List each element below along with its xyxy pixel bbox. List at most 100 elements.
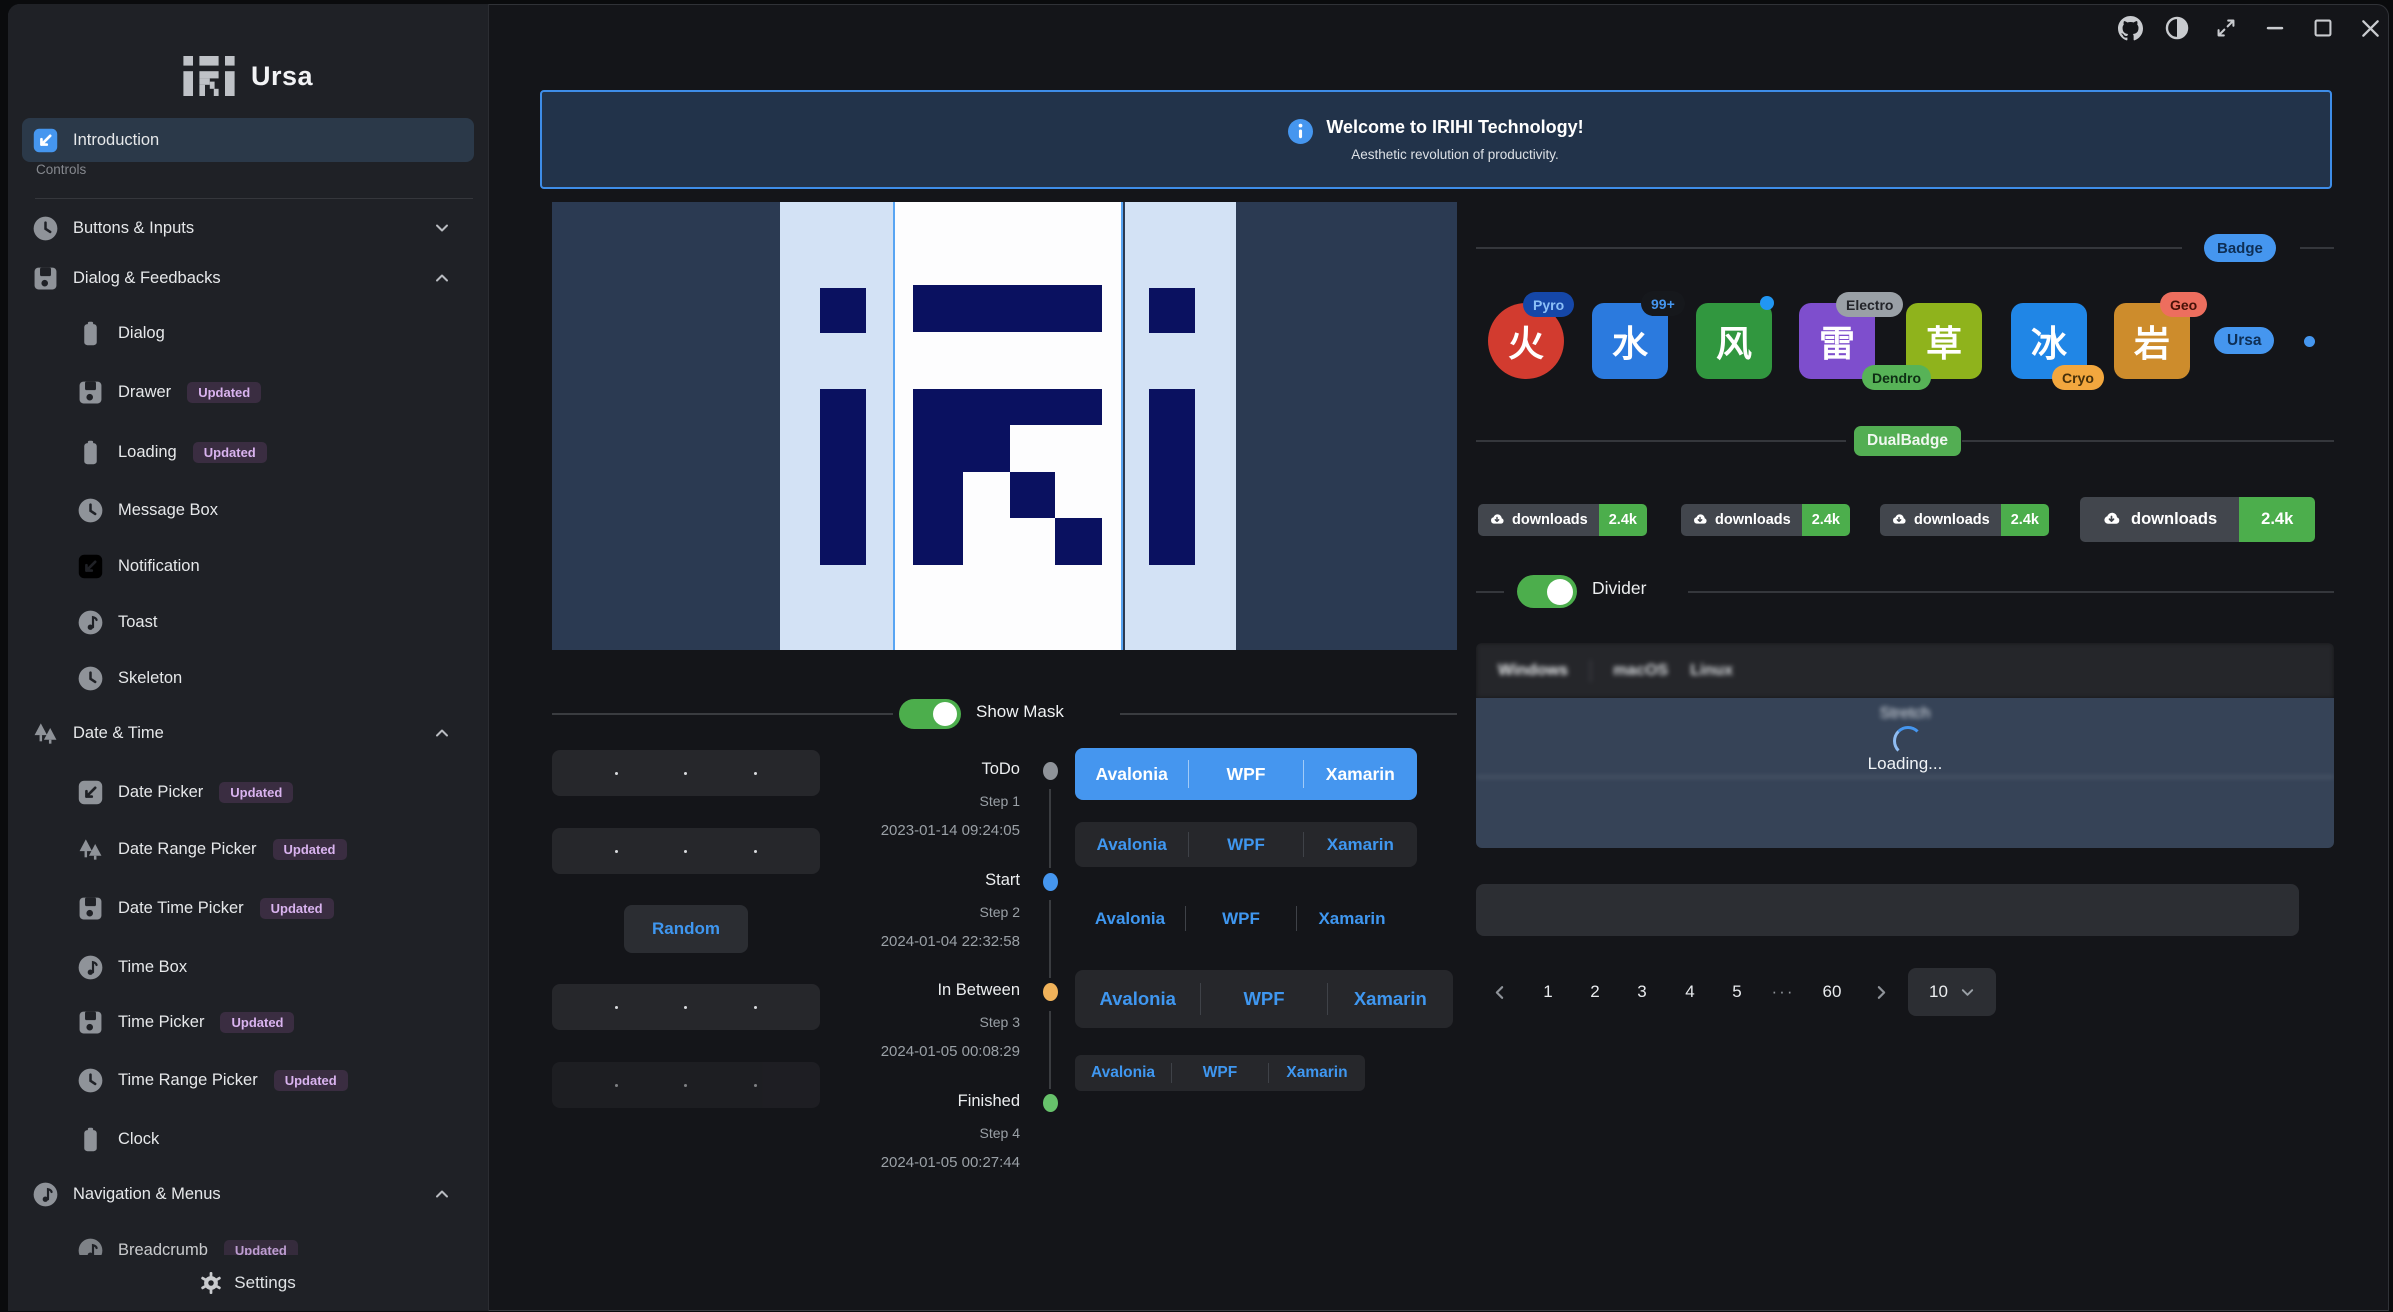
avalonia-button[interactable]: Avalonia <box>1075 988 1200 1010</box>
date-input-2[interactable] <box>552 828 820 874</box>
chevron-down-icon[interactable] <box>434 220 450 236</box>
sidebar-item-date-range-picker[interactable]: Date Range Picker Updated <box>22 827 474 871</box>
sidebar-item-time-picker[interactable]: Time Picker Updated <box>22 1000 474 1044</box>
step-name: Start <box>800 871 1020 890</box>
pagination-page-3[interactable]: 3 <box>1626 972 1658 1012</box>
divider-line <box>1962 440 2334 442</box>
avatar-hydro[interactable]: 水 99+ <box>1592 303 1668 379</box>
sidebar-item-toast[interactable]: Toast <box>22 600 474 644</box>
downloads-badge-3: downloads 2.4k <box>1880 504 2049 536</box>
sidebar-item-clock[interactable]: Clock <box>22 1117 474 1161</box>
sidebar-item-introduction[interactable]: Introduction <box>22 118 474 162</box>
sidebar-item-label: Time Picker <box>118 1013 204 1032</box>
button-group-borderless: Avalonia WPF Xamarin <box>1075 896 1407 941</box>
sidebar-item-notification[interactable]: Notification <box>22 544 474 588</box>
xamarin-button[interactable]: Xamarin <box>1304 764 1417 785</box>
show-mask-toggle[interactable] <box>899 699 961 729</box>
avalonia-button[interactable]: Avalonia <box>1075 909 1185 929</box>
badge-label: downloads <box>2131 510 2217 529</box>
sidebar-item-navigation-menus[interactable]: Navigation & Menus <box>22 1172 474 1216</box>
step-dot-in-between <box>1043 983 1058 1001</box>
pagination-prev-button[interactable] <box>1484 972 1514 1012</box>
sidebar-item-date-time[interactable]: Date & Time <box>22 711 474 755</box>
pagination-page-1[interactable]: 1 <box>1532 972 1564 1012</box>
divider-toggle[interactable] <box>1517 575 1577 608</box>
pagination-next-button[interactable] <box>1866 972 1896 1012</box>
sidebar-item-breadcrumb[interactable]: Breadcrumb Updated <box>22 1228 474 1255</box>
wpf-button[interactable]: WPF <box>1201 988 1326 1010</box>
sidebar-item-drawer[interactable]: Drawer Updated <box>22 370 474 414</box>
pagination-page-2[interactable]: 2 <box>1579 972 1611 1012</box>
avatar-cryo[interactable]: 冰 Cryo <box>2011 303 2087 379</box>
avatar-dendro[interactable]: 草 Dendro <box>1906 303 1982 379</box>
avatar-pyro[interactable]: 火 Pyro <box>1488 303 1564 379</box>
avalonia-button[interactable]: Avalonia <box>1075 835 1188 855</box>
fullscreen-button[interactable] <box>2212 14 2240 42</box>
cryo-badge: Cryo <box>2052 365 2104 390</box>
sidebar: Ursa Introduction Controls Buttons & Inp… <box>8 4 489 1311</box>
pagination-page-5[interactable]: 5 <box>1721 972 1753 1012</box>
wpf-button[interactable]: WPF <box>1189 835 1302 855</box>
xamarin-button[interactable]: Xamarin <box>1304 835 1417 855</box>
step-connector <box>1049 789 1051 868</box>
page-size-select[interactable]: 10 <box>1908 968 1996 1016</box>
sidebar-item-label: Navigation & Menus <box>73 1185 221 1204</box>
close-icon <box>2359 17 2382 40</box>
sidebar-item-buttons-inputs[interactable]: Buttons & Inputs <box>22 206 474 250</box>
divider-line <box>1476 247 2182 249</box>
theme-toggle-button[interactable] <box>2163 14 2191 42</box>
date-input-1[interactable] <box>552 750 820 796</box>
random-button[interactable]: Random <box>624 905 748 953</box>
battery-icon <box>78 1127 103 1152</box>
close-button[interactable] <box>2356 14 2384 42</box>
divider-line <box>2300 247 2334 249</box>
avalonia-button[interactable]: Avalonia <box>1075 764 1188 785</box>
sidebar-item-dialog-feedbacks[interactable]: Dialog & Feedbacks <box>22 256 474 300</box>
wpf-button[interactable]: WPF <box>1186 909 1296 929</box>
tab-windows[interactable]: Windows <box>1476 662 1590 680</box>
sidebar-item-label: Date Time Picker <box>118 899 244 918</box>
badge-label: downloads <box>1512 512 1588 528</box>
sidebar-item-date-time-picker[interactable]: Date Time Picker Updated <box>22 886 474 930</box>
sidebar-item-loading[interactable]: Loading Updated <box>22 430 474 474</box>
avatar-electro[interactable]: 雷 Electro <box>1799 303 1875 379</box>
xamarin-button[interactable]: Xamarin <box>1269 1064 1365 1082</box>
xamarin-button[interactable]: Xamarin <box>1328 988 1453 1010</box>
cloud-download-icon <box>1891 512 1907 528</box>
avatar-geo[interactable]: 岩 Geo <box>2114 303 2190 379</box>
tab-linux[interactable]: Linux <box>1690 662 1755 680</box>
badge-section-label: Badge <box>2204 234 2276 262</box>
step-time: 2024-01-05 00:27:44 <box>790 1154 1020 1171</box>
pagination-page-4[interactable]: 4 <box>1674 972 1706 1012</box>
avatar-char: 火 <box>1508 315 1544 367</box>
pagination-ellipsis[interactable]: ··· <box>1766 972 1800 1012</box>
pagination-page-60[interactable]: 60 <box>1810 972 1854 1012</box>
xamarin-button[interactable]: Xamarin <box>1297 909 1407 929</box>
sidebar-item-time-box[interactable]: Time Box <box>22 945 474 989</box>
avatar-anemo[interactable]: 风 <box>1696 303 1772 379</box>
tab-macos[interactable]: macOS <box>1591 662 1690 680</box>
date-input-4[interactable] <box>552 1062 820 1108</box>
date-input-3[interactable] <box>552 984 820 1030</box>
avalonia-button[interactable]: Avalonia <box>1075 1064 1171 1082</box>
sidebar-item-skeleton[interactable]: Skeleton <box>22 656 474 700</box>
app-brand: Ursa <box>8 56 488 96</box>
empty-input-bar[interactable] <box>1476 884 2299 936</box>
sidebar-item-message-box[interactable]: Message Box <box>22 488 474 532</box>
clock-icon <box>78 1068 103 1093</box>
ursa-logo-icon <box>183 56 235 96</box>
maximize-button[interactable] <box>2309 14 2337 42</box>
updated-badge: Updated <box>219 782 293 803</box>
chevron-up-icon[interactable] <box>434 1186 450 1202</box>
sidebar-item-dialog[interactable]: Dialog <box>22 311 474 355</box>
chevron-up-icon[interactable] <box>434 725 450 741</box>
sidebar-item-label: Date Picker <box>118 783 203 802</box>
sidebar-item-date-picker[interactable]: Date Picker Updated <box>22 770 474 814</box>
wpf-button[interactable]: WPF <box>1172 1064 1268 1082</box>
sidebar-item-time-range-picker[interactable]: Time Range Picker Updated <box>22 1058 474 1102</box>
chevron-up-icon[interactable] <box>434 270 450 286</box>
settings-button[interactable]: Settings <box>8 1255 488 1311</box>
wpf-button[interactable]: WPF <box>1189 764 1302 785</box>
github-button[interactable] <box>2116 14 2144 42</box>
minimize-button[interactable] <box>2261 14 2289 42</box>
